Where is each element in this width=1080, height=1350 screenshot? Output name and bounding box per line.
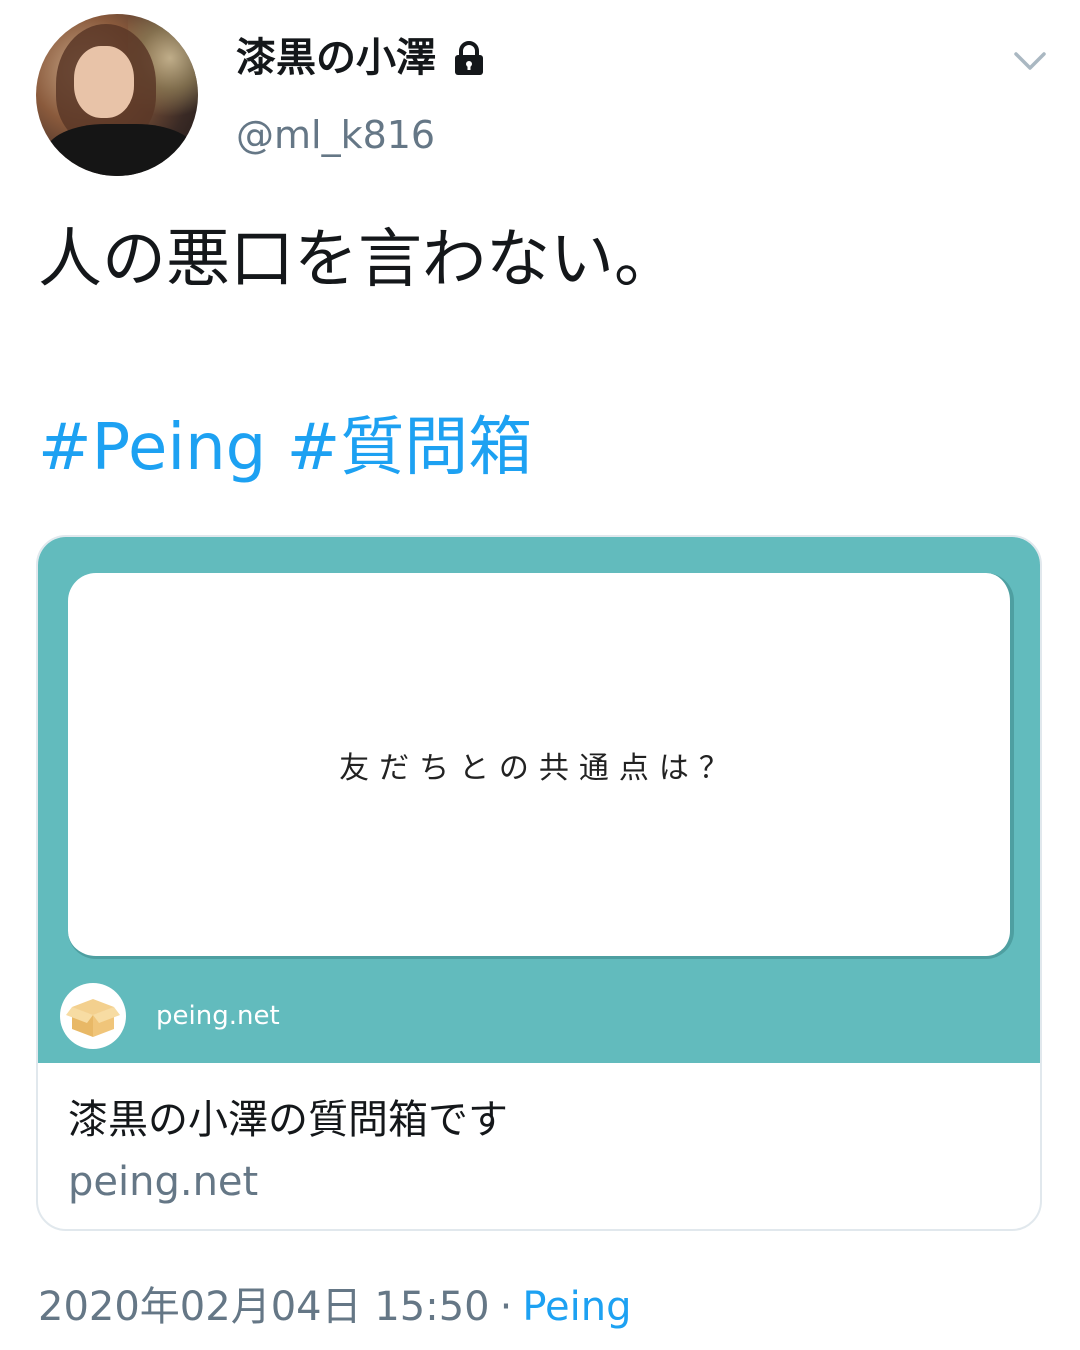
- tweet-date[interactable]: 2020年02月04日: [38, 1284, 362, 1330]
- avatar[interactable]: [36, 14, 198, 176]
- tweet-source-link[interactable]: Peing: [522, 1284, 631, 1330]
- avatar-face: [74, 46, 134, 118]
- card-image[interactable]: 友だちとの共通点は？ peing.net: [38, 537, 1040, 1063]
- hashtags: #Peing #質問箱: [38, 408, 532, 488]
- display-name-text[interactable]: 漆黒の小澤: [236, 30, 436, 86]
- lock-icon: [450, 38, 488, 78]
- question-box: 友だちとの共通点は？: [68, 573, 1014, 959]
- tweet-text: 人の悪口を言わない。: [38, 223, 678, 297]
- card-title: 漆黒の小澤の質問箱です: [68, 1097, 508, 1143]
- hashtag-question-box[interactable]: #質問箱: [287, 411, 533, 485]
- question-text: 友だちとの共通点は？: [339, 750, 739, 786]
- chevron-down-icon[interactable]: [1010, 40, 1050, 80]
- box-icon: [60, 983, 126, 1049]
- author-display-name[interactable]: 漆黒の小澤: [236, 30, 488, 86]
- card-domain: peing.net: [68, 1159, 259, 1205]
- tweet-time[interactable]: 15:50: [374, 1284, 489, 1330]
- hashtag-peing[interactable]: #Peing: [38, 411, 266, 485]
- meta-separator: ·: [499, 1284, 513, 1330]
- avatar-coat: [46, 124, 196, 176]
- author-handle[interactable]: @ml_k816: [236, 110, 435, 160]
- card-image-domain: peing.net: [156, 1001, 280, 1031]
- tweet-meta: 2020年02月04日 15:50 · Peing: [38, 1280, 631, 1334]
- link-card[interactable]: 友だちとの共通点は？ peing.net 漆黒の小澤の質問箱です peing.n…: [36, 535, 1042, 1231]
